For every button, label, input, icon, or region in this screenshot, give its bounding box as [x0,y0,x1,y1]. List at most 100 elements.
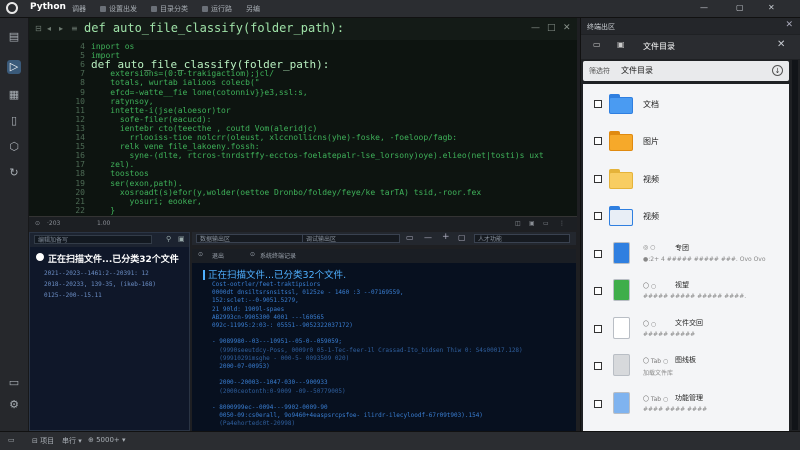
forward-icon[interactable]: ▸ [59,24,63,33]
file-checkbox[interactable] [594,175,602,183]
layout-icon[interactable]: ◫ [515,220,521,227]
file-item-label: 图片 [643,137,659,146]
panel-layout-icon[interactable]: ▭ [593,40,601,49]
line-number: 20 [75,187,85,197]
folder-icon [609,94,633,114]
file-list-item[interactable]: 视频 [583,161,789,197]
menu-item-2[interactable]: 目录分类 [151,4,188,14]
editor-maximize-icon[interactable]: □ [547,23,556,33]
scrollbar[interactable] [792,60,798,430]
status-item-project[interactable]: ⊟ 项目 [32,436,54,446]
filter-mode-button[interactable]: 筛选符 [589,66,610,76]
code-line: syne-(dlte, rtcros-tnrdstffy-ecctos-foel… [91,151,544,161]
scan-panel-header: 编辑加备写 ⚲ ▣ [30,233,189,247]
terminal-icon-small: ⊙ [250,251,256,258]
file-item-prefix: 〇 ○ [643,283,657,290]
debug-output-select[interactable]: 调试输出区 [302,234,400,243]
minimize-icon[interactable]: — [700,3,708,12]
file-search-bar[interactable]: 筛选符 文件目录 ↓ [583,61,789,81]
terminal-status-icon[interactable]: ▭ [8,436,15,444]
file-checkbox[interactable] [594,400,602,408]
scan-search-input[interactable]: 编辑加备写 [34,235,152,244]
feature-select[interactable]: 人才功能 [474,234,570,243]
file-list-item[interactable]: ◎ ○ 专团 ●:2+ 4 ##### ##### ###. Ovo Ovo [583,236,789,272]
line-number: 14 [75,133,85,142]
menu-item-4[interactable]: 另编 [246,4,260,14]
terminal-icon[interactable]: ▭ [7,376,21,390]
shield-icon[interactable]: ⬡ [7,140,21,154]
line-number: 18 [75,169,85,179]
editor-minimize-icon[interactable]: — [531,23,540,33]
file-checkbox[interactable] [594,362,602,370]
file-checkbox[interactable] [594,100,602,108]
activity-bar: ▤ ▷ ▦ ▯ ⬡ ↻ ▭ ⚙ [0,18,29,438]
line-number: 9 [80,87,85,97]
scan-line: 0125--200--15.11 [44,292,102,299]
plus-icon[interactable]: + [442,232,450,242]
status-item-port[interactable]: ⊕ 5000+ ▾ [88,436,126,444]
line-number: 16 [75,151,85,161]
minus-icon[interactable]: — [424,233,432,242]
maximize-icon[interactable]: ▢ [736,3,744,12]
file-list-item[interactable]: 视频 [583,198,789,234]
data-output-select[interactable]: 数据输出区 [196,234,304,243]
file-list-item[interactable]: 图片 [583,123,789,159]
panel-close-icon[interactable]: ✕ [785,20,793,30]
menu-icon[interactable]: ≡ [71,24,78,33]
file-item-label: 图线板 [675,356,696,364]
file-checkbox[interactable] [594,325,602,333]
menu-item-0[interactable]: 调器 [72,4,86,14]
more-icon[interactable]: ⋮ [559,220,565,227]
terminal-line: 2000--20003--1047-030---900933 [212,379,328,387]
package-icon[interactable]: ▦ [7,88,21,102]
toggle-icon[interactable]: ▣ [178,235,185,243]
line-number: 6 [80,60,85,70]
play-icon[interactable]: ▷ [7,60,21,74]
file-checkbox[interactable] [594,287,602,295]
code-line: } [91,205,116,215]
export-icon[interactable]: ▭ [406,233,414,242]
close-icon[interactable]: ✕ [768,3,775,12]
terminal-output[interactable]: 正在扫描文件...已分类32个文件. Cost-ootrler/feet-tra… [192,263,576,431]
file-panel-close-icon[interactable]: ✕ [777,39,785,50]
file-checkbox[interactable] [594,250,602,258]
code-line: zel). [91,160,135,170]
download-icon[interactable]: ↓ [772,65,783,76]
back-icon[interactable]: ◂ [47,24,51,33]
file-list-item[interactable]: 〇 ○ 视望 ##### ##### ##### ####. [583,273,789,309]
panel-window-icon[interactable]: ▣ [617,40,625,49]
file-list: 文档 图片 视频 视频 ◎ ○ 专团 ●:2+ 4 ##### ##### ###. Ovo… [583,84,789,431]
file-list-item[interactable]: 〇 Tab ○ 功能管理 #### #### #### [583,386,789,422]
file-checkbox[interactable] [594,212,602,220]
file-item-label: 专团 [675,244,689,252]
debug-icon[interactable]: ⊙ [35,220,40,227]
file-icon[interactable]: ▯ [7,114,21,128]
file-search-label[interactable]: 文件目录 [621,65,653,76]
menu-item-3[interactable]: 运行路 [202,4,232,14]
file-list-item[interactable]: 文档 [583,86,789,122]
line-number: 8 [80,78,85,88]
terminal-line: 2000-07-00953) [212,363,270,370]
editor-close-icon[interactable]: ✕ [563,23,571,33]
file-item-subtitle: ●:2+ 4 ##### ##### ###. Ovo Ovo [643,256,766,263]
bus-icon[interactable]: ▤ [7,30,21,44]
tab-system-log[interactable]: 系统终端记录 [260,251,296,260]
status-item-serial[interactable]: 串行 ▾ [62,436,82,446]
editor-tab-title[interactable]: def auto_file_classify(folder_path): [84,21,344,35]
file-item-subtitle: ##### ##### ##### ####. [643,293,747,300]
file-list-item[interactable]: 〇 ○ 文件交回 ##### ##### [583,311,789,347]
tab-exit[interactable]: 退出 [212,251,224,260]
cursor-bar [203,270,205,280]
collapse-icon[interactable]: ⊟ [35,24,42,33]
file-checkbox[interactable] [594,137,602,145]
menu-item-1[interactable]: 设置出发 [100,4,137,14]
panel-icon[interactable]: ▣ [529,220,535,227]
filter-icon[interactable]: ⚲ [166,235,171,243]
window-icon[interactable]: ▭ [543,220,549,227]
file-list-item[interactable]: 〇 Tab ○ 图线板 加载文件库 [583,348,789,384]
code-editor[interactable]: ⊟ ◂ ▸ ≡ def auto_file_classify(folder_pa… [29,18,577,216]
line-number: 11 [75,105,85,115]
settings-icon[interactable]: ⚙ [7,398,21,412]
expand-icon[interactable]: ▢ [458,233,466,242]
refresh-icon[interactable]: ↻ [7,166,21,180]
